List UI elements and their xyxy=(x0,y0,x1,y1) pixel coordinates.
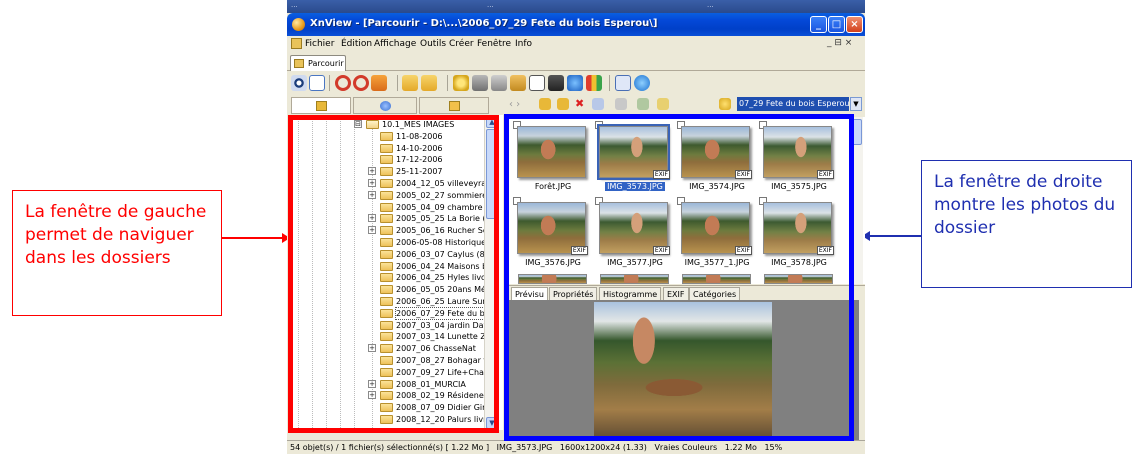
minimize-button[interactable]: _ xyxy=(810,16,827,33)
menu-fenetre[interactable]: Fenêtre xyxy=(477,39,511,49)
left-panel-highlight xyxy=(288,115,499,433)
menu-info[interactable]: Info xyxy=(515,39,532,49)
document-icon xyxy=(291,38,302,49)
favorites-icon xyxy=(380,101,391,111)
bookmark-icon[interactable] xyxy=(719,98,731,110)
panel-tab-folders[interactable] xyxy=(291,97,351,114)
capture-icon[interactable] xyxy=(548,75,564,91)
rotate-right-icon[interactable] xyxy=(353,75,369,91)
categories-icon xyxy=(449,101,460,111)
status-zoom: 15% xyxy=(764,443,783,452)
path-dropdown-button[interactable]: ▼ xyxy=(850,97,862,111)
rotate-left-icon[interactable] xyxy=(335,75,351,91)
menu-bar: Fichier Édition Affichage Outils Créer F… xyxy=(287,36,865,52)
menu-creer[interactable]: Créer xyxy=(449,39,474,49)
panel-tab-categories[interactable] xyxy=(419,97,489,114)
back-forward-icons[interactable]: ‹ › xyxy=(509,99,520,110)
sort-icon[interactable] xyxy=(615,98,627,110)
tab-parcourir[interactable]: Parcourir xyxy=(290,55,346,71)
view-icon[interactable] xyxy=(291,75,307,91)
status-objects: 54 objet(s) / 1 fichier(s) sélectionné(s… xyxy=(290,443,490,452)
xnview-app-icon xyxy=(292,18,305,31)
maximize-button[interactable]: □ xyxy=(828,16,845,33)
desktop-strip-text: ... xyxy=(707,1,714,9)
palette-icon[interactable] xyxy=(586,75,602,91)
toolbar-separator xyxy=(609,75,610,91)
tab-bar: Parcourir xyxy=(287,52,865,71)
left-callout-text: La fenêtre de gauche permet de naviguer … xyxy=(25,202,207,268)
desktop-strip-text: ... xyxy=(487,1,494,9)
left-callout: La fenêtre de gauche permet de naviguer … xyxy=(12,190,222,316)
help-icon[interactable] xyxy=(634,75,650,91)
status-dimensions: 1600x1200x24 (1.33) xyxy=(559,443,647,452)
status-size: 1.22 Mo xyxy=(724,443,757,452)
screenshot-root: La fenêtre de gauche permet de naviguer … xyxy=(0,0,1133,454)
menu-affichage[interactable]: Affichage xyxy=(374,39,416,49)
toolbar-separator xyxy=(397,75,398,91)
scan-icon[interactable] xyxy=(491,75,507,91)
right-panel-highlight xyxy=(504,114,854,441)
menu-outils[interactable]: Outils xyxy=(420,39,446,49)
slideshow-icon[interactable] xyxy=(529,75,545,91)
folder-icon[interactable] xyxy=(539,98,551,110)
path-input[interactable]: 07_29 Fete du bois Esperou\ xyxy=(737,97,849,111)
tab-parcourir-label: Parcourir xyxy=(308,59,344,68)
edit-icon[interactable] xyxy=(371,75,387,91)
status-colors: Vraies Couleurs xyxy=(654,443,718,452)
right-callout-text: La fenêtre de droite montre les photos d… xyxy=(934,172,1116,238)
delete-icon[interactable]: ✖ xyxy=(575,97,584,110)
properties-icon[interactable] xyxy=(615,75,631,91)
browse-icon xyxy=(294,59,304,68)
window-title: XnView - [Parcourir - D:\...\2006_07_29 … xyxy=(310,18,658,29)
title-bar[interactable]: XnView - [Parcourir - D:\...\2006_07_29 … xyxy=(287,13,865,36)
folders-icon xyxy=(316,101,327,111)
new-folder-icon[interactable] xyxy=(557,98,569,110)
desktop-strip-text: ... xyxy=(291,1,298,9)
menu-fichier[interactable]: Fichier xyxy=(305,39,334,49)
web-icon[interactable] xyxy=(567,75,583,91)
mdi-window-controls[interactable]: _ ⊟ × xyxy=(827,38,852,48)
open-folder-icon[interactable] xyxy=(421,75,437,91)
menu-edition[interactable]: Édition xyxy=(341,39,372,49)
print-icon[interactable] xyxy=(472,75,488,91)
right-callout-arrow xyxy=(862,231,922,241)
browser-toolbar: ‹ › ✖ 07_29 Fete du bois Esperou\ ▼ xyxy=(287,95,865,115)
fullscreen-icon[interactable] xyxy=(309,75,325,91)
filter-icon[interactable] xyxy=(637,98,649,110)
toolbar-separator xyxy=(447,75,448,91)
main-toolbar xyxy=(287,71,865,95)
desktop-strip: ... ... ... xyxy=(287,0,865,13)
panel-tab-favorites[interactable] xyxy=(353,97,417,114)
close-button[interactable]: × xyxy=(846,16,863,33)
right-callout: La fenêtre de droite montre les photos d… xyxy=(921,160,1132,288)
toolbar-separator xyxy=(329,75,330,91)
magic-icon[interactable] xyxy=(453,75,469,91)
status-file: IMG_3573.JPG xyxy=(496,443,553,452)
refresh-icon[interactable] xyxy=(657,98,669,110)
convert-icon[interactable] xyxy=(510,75,526,91)
left-callout-arrow xyxy=(222,233,290,243)
view-mode-icon[interactable] xyxy=(592,98,604,110)
status-bar: 54 objet(s) / 1 fichier(s) sélectionné(s… xyxy=(287,440,865,454)
folder-up-icon[interactable] xyxy=(402,75,418,91)
